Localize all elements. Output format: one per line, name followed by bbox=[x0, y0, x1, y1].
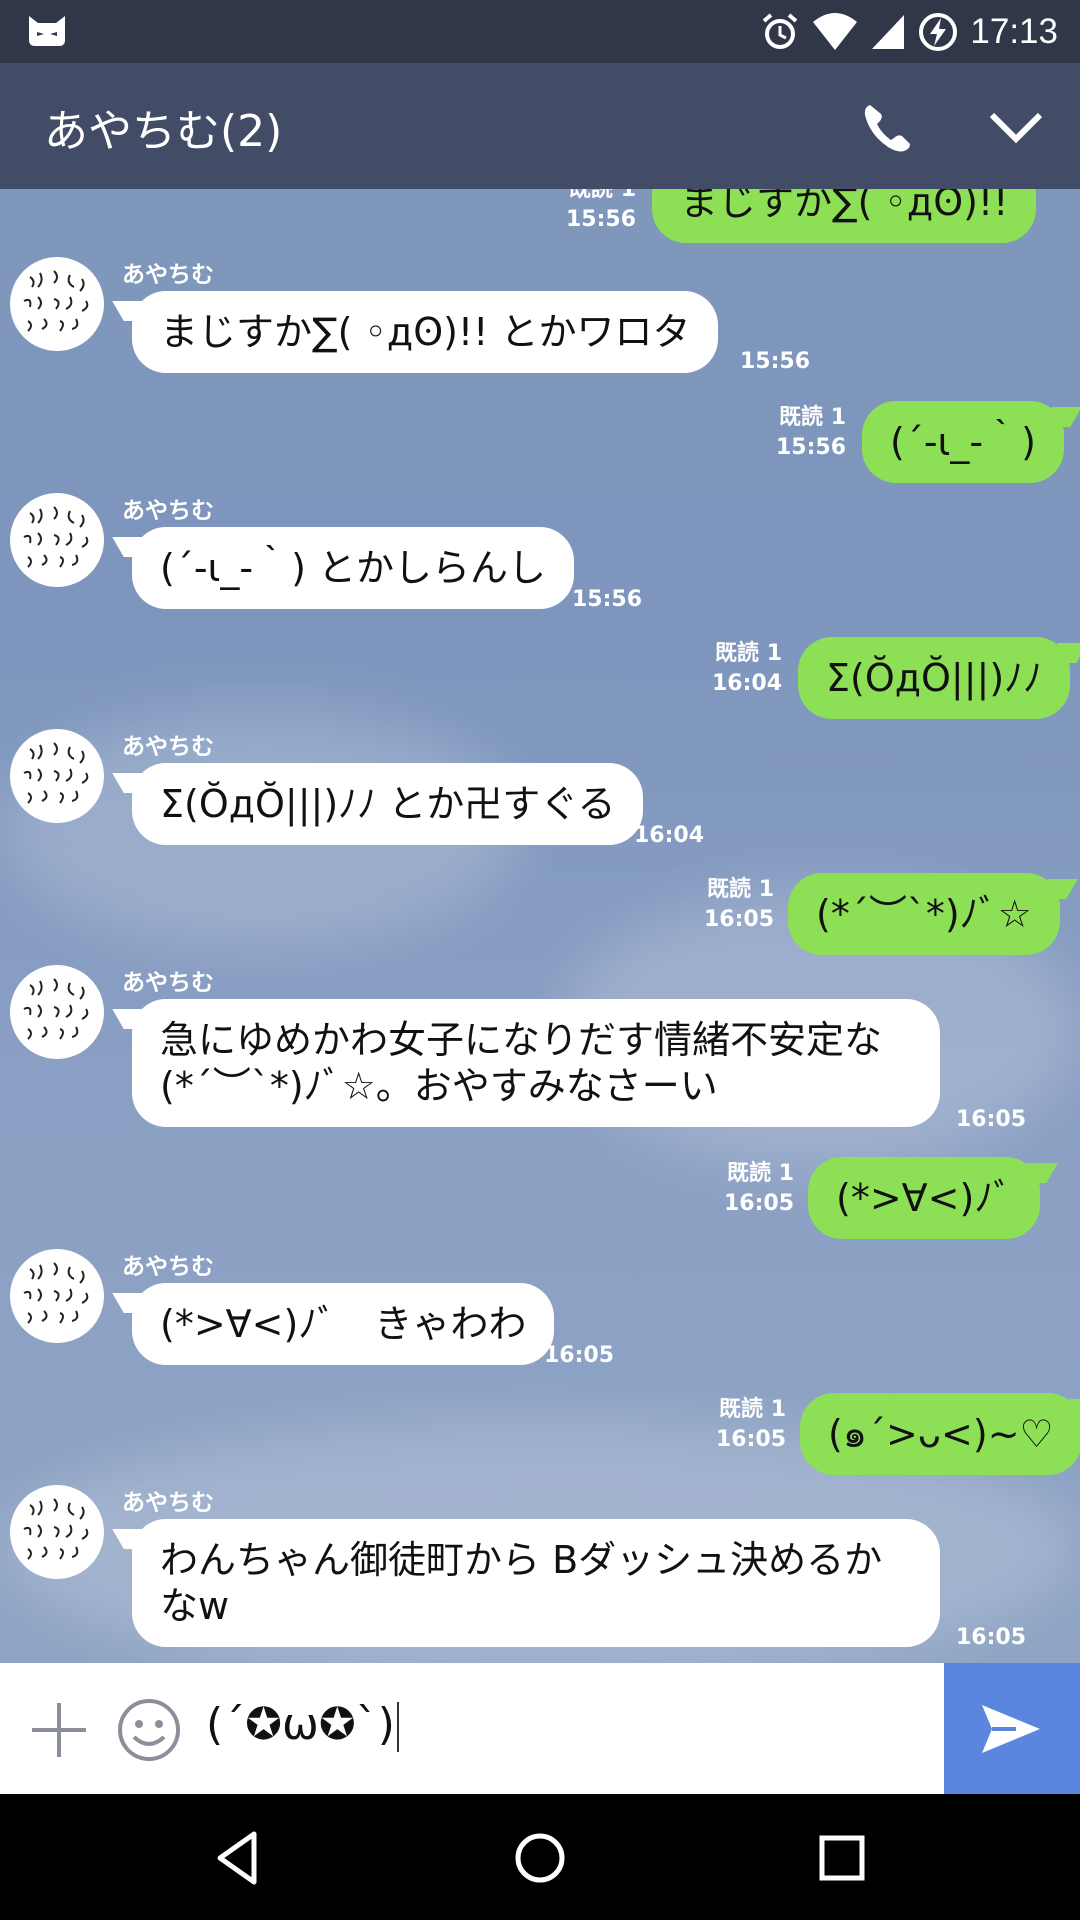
back-icon[interactable] bbox=[208, 1828, 268, 1888]
read-receipt: 既読 1 16:05 bbox=[714, 1159, 794, 1219]
outgoing-message[interactable]: Σ(ŎдŎ|||)ﾉﾉ bbox=[798, 637, 1071, 719]
home-icon[interactable] bbox=[510, 1828, 570, 1888]
outgoing-message[interactable]: (*´︶`*)ﾉﾞ☆ bbox=[788, 873, 1060, 955]
avatar[interactable] bbox=[10, 965, 104, 1059]
outgoing-message[interactable]: (´-ι_-｀) bbox=[862, 401, 1064, 483]
text-caret bbox=[396, 1702, 399, 1752]
read-receipt: 既読 1 16:05 bbox=[694, 875, 774, 935]
status-time: 17:13 bbox=[970, 11, 1058, 51]
chat-header: あやちむ(2) bbox=[0, 63, 1080, 189]
signal-icon bbox=[872, 14, 905, 49]
avatar[interactable] bbox=[10, 729, 104, 823]
avatar[interactable] bbox=[10, 1249, 104, 1343]
avatar[interactable] bbox=[10, 493, 104, 587]
recents-icon[interactable] bbox=[812, 1828, 872, 1888]
message-time: 16:04 bbox=[711, 671, 782, 696]
read-label: 既読 1 bbox=[715, 641, 782, 666]
sender-name: あやちむ bbox=[122, 1254, 214, 1280]
plus-icon[interactable] bbox=[28, 1699, 90, 1761]
message-time: 16:05 bbox=[723, 1191, 794, 1216]
navigation-bar bbox=[0, 1794, 1080, 1920]
send-icon bbox=[982, 1705, 1040, 1753]
read-label: 既読 1 bbox=[779, 405, 846, 430]
read-label: 既読 1 bbox=[727, 1161, 794, 1186]
outgoing-message[interactable]: まじすか∑( ◦дʘ)!! bbox=[652, 189, 1037, 243]
battery-charging-icon bbox=[919, 12, 958, 51]
sender-name: あやちむ bbox=[122, 1490, 214, 1516]
alarm-icon bbox=[763, 12, 798, 49]
outgoing-message[interactable]: (*>∀<)ﾉﾞ bbox=[808, 1157, 1041, 1239]
message-time: 16:05 bbox=[715, 1427, 786, 1452]
read-label: 既読 1 bbox=[707, 877, 774, 902]
read-receipt: 既読 1 15:56 bbox=[766, 403, 846, 463]
wifi-icon bbox=[813, 12, 858, 50]
send-button[interactable] bbox=[944, 1663, 1080, 1794]
incoming-message[interactable]: まじすか∑( ◦дʘ)!! とかワロタ bbox=[132, 291, 719, 373]
message-time: 15:56 bbox=[775, 435, 846, 460]
sender-name: あやちむ bbox=[122, 970, 214, 996]
message-time: 16:04 bbox=[634, 823, 705, 848]
message-time: 15:56 bbox=[565, 207, 636, 232]
sender-name: あやちむ bbox=[122, 498, 214, 524]
read-receipt: 既読 1 16:04 bbox=[702, 639, 782, 699]
status-bar: 17:13 bbox=[0, 0, 1080, 63]
message-time: 16:05 bbox=[544, 1343, 615, 1368]
chat-title[interactable]: あやちむ(2) bbox=[44, 95, 282, 159]
sender-name: あやちむ bbox=[122, 734, 214, 760]
read-label: 既読 1 bbox=[569, 189, 636, 202]
outgoing-message[interactable]: (๑´>ᴗ<)~♡ bbox=[800, 1393, 1080, 1475]
incoming-message[interactable]: わんちゃん御徒町から Bダッシュ決めるかなw bbox=[132, 1519, 940, 1647]
message-time: 16:05 bbox=[956, 1625, 1027, 1650]
message-time: 15:56 bbox=[572, 587, 643, 612]
chat-area[interactable]: 既読 1 15:56 まじすか∑( ◦дʘ)!! あやちむ まじすか∑( ◦дʘ… bbox=[0, 189, 1080, 1663]
incoming-message[interactable]: (*>∀<)ﾉﾞ きゃわわ bbox=[132, 1283, 555, 1365]
message-input[interactable]: (´✪ω✪`) bbox=[206, 1699, 399, 1752]
cat-icon bbox=[29, 16, 65, 46]
message-time: 15:56 bbox=[740, 349, 811, 374]
incoming-message[interactable]: (´-ι_-｀) とかしらんし bbox=[132, 527, 575, 609]
read-receipt: 既読 1 15:56 bbox=[560, 189, 636, 235]
read-label: 既読 1 bbox=[719, 1397, 786, 1422]
read-receipt: 既読 1 16:05 bbox=[706, 1395, 786, 1455]
phone-icon[interactable] bbox=[858, 99, 918, 159]
incoming-message[interactable]: 急にゆめかわ女子になりだす情緒不安定な(*´︶`*)ﾉﾞ☆。おやすみなさーい bbox=[132, 999, 940, 1127]
message-time: 16:05 bbox=[703, 907, 774, 932]
avatar[interactable] bbox=[10, 257, 104, 351]
sender-name: あやちむ bbox=[122, 262, 214, 288]
emoji-icon[interactable] bbox=[116, 1697, 182, 1763]
avatar[interactable] bbox=[10, 1485, 104, 1579]
message-input-value: (´✪ω✪`) bbox=[206, 1699, 395, 1750]
incoming-message[interactable]: Σ(ŎдŎ|||)ﾉﾉ とか卍すぐる bbox=[132, 763, 644, 845]
message-time: 16:05 bbox=[956, 1107, 1027, 1132]
message-input-bar: (´✪ω✪`) bbox=[0, 1663, 1080, 1794]
chevron-down-icon[interactable] bbox=[988, 109, 1044, 145]
